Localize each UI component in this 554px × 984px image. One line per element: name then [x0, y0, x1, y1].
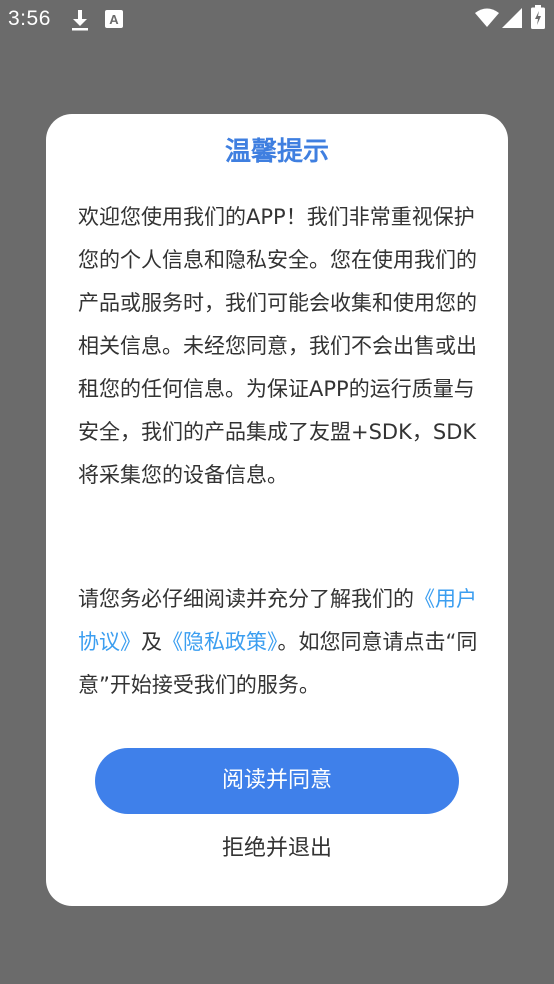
and-text: 及 [141, 630, 162, 654]
svg-text:A: A [109, 12, 119, 27]
intro-paragraph: 欢迎您使用我们的APP！我们非常重视保护您的个人信息和隐私安全。您在使用我们的产… [78, 205, 477, 487]
status-time: 3:56 [8, 7, 51, 30]
reject-button[interactable]: 拒绝并退出 [95, 826, 459, 872]
dialog-title: 温馨提示 [224, 137, 329, 167]
signal-icon [502, 8, 522, 28]
battery-icon [531, 5, 545, 29]
download-icon [72, 10, 88, 31]
agree-button[interactable]: 阅读并同意 [95, 748, 459, 814]
privacy-policy-link[interactable]: 《隐私政策》 [162, 630, 278, 654]
agreement-paragraph: 请您务必仔细阅读并充分了解我们的《用户协议》及《隐私政策》。如您同意请点击“同意… [78, 578, 478, 707]
status-bar: 3:56 A [0, 0, 554, 40]
a-keyboard-icon: A [105, 10, 123, 28]
wifi-icon [475, 8, 499, 27]
agreement-lead-text: 请您务必仔细阅读并充分了解我们的 [78, 587, 414, 611]
